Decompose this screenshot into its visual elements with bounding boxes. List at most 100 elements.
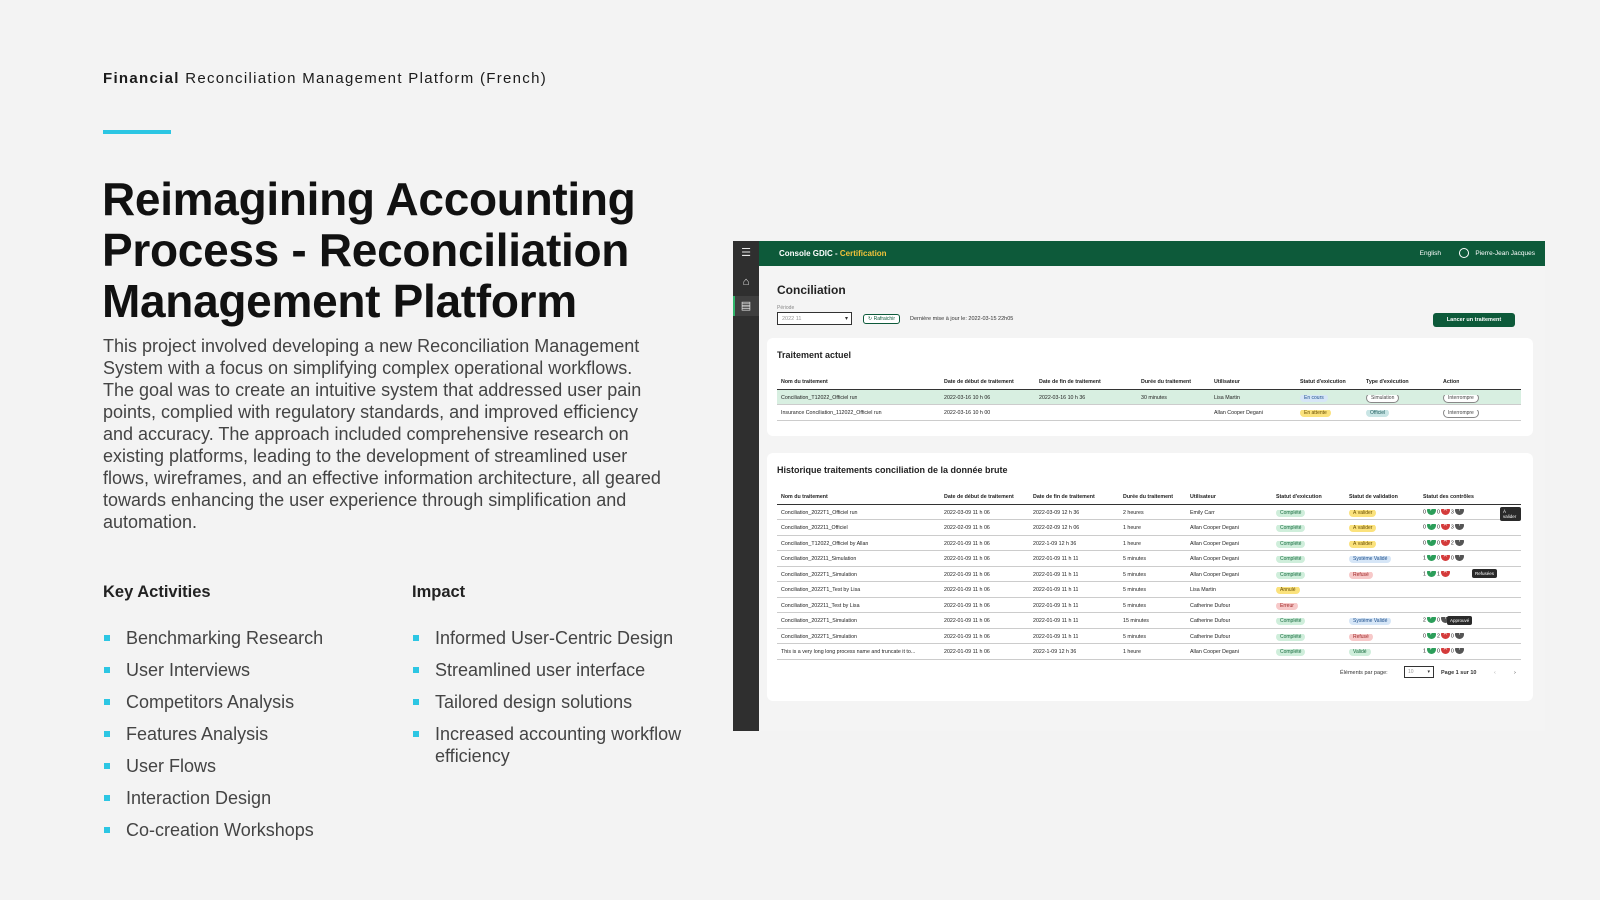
table-cell: À valider: [1349, 525, 1377, 532]
page-indicator: Page 1 sur 10: [1441, 670, 1477, 676]
language-selector[interactable]: English: [1420, 250, 1441, 257]
table-row[interactable]: Conciliation_2022T1_Test by Lisa 2022-01-…: [777, 582, 1521, 598]
table-row[interactable]: This is a very long long process name an…: [777, 644, 1521, 660]
status-badge: Complété: [1276, 540, 1306, 548]
control-count: 2: [1450, 539, 1454, 546]
column-header[interactable]: Action: [1443, 379, 1459, 385]
question-icon[interactable]: ?: [1454, 632, 1464, 639]
table-cell[interactable]: Interrompre: [1443, 394, 1479, 403]
cross-icon[interactable]: ✕: [1440, 570, 1450, 577]
table-cell: Conciliation_202211_Officiel: [781, 525, 848, 531]
cross-icon[interactable]: ✕: [1440, 632, 1450, 639]
status-badge: En cours: [1300, 394, 1328, 402]
cross-icon[interactable]: ✕: [1440, 524, 1450, 530]
bullet-square-icon: [104, 667, 110, 673]
table-row[interactable]: Conciliation_2022T1_Simulation 2022-01-09…: [777, 629, 1521, 644]
list-item-label: Competitors Analysis: [126, 692, 295, 712]
cross-icon[interactable]: ✕: [1440, 555, 1450, 561]
menu-icon[interactable]: ☰: [740, 247, 752, 259]
table-row[interactable]: Conciliation_T12022_Officiel by Allan 202…: [777, 536, 1521, 551]
check-icon[interactable]: ✓: [1426, 555, 1436, 561]
table-row[interactable]: Conciliation_202211_Officiel 2022-02-09 1…: [777, 520, 1521, 536]
cross-icon[interactable]: ✕: [1440, 539, 1450, 546]
table-cell: 5 minutes: [1123, 571, 1146, 578]
table-cell: Allan Cooper Degani: [1190, 571, 1239, 578]
list-item: Co-creation Workshops: [103, 819, 363, 841]
control-count: 0: [1436, 555, 1440, 562]
check-icon[interactable]: ✓: [1426, 617, 1436, 623]
question-icon[interactable]: ?: [1454, 508, 1464, 515]
check-icon[interactable]: ✓: [1426, 632, 1436, 639]
column-header: Durée du traitement: [1141, 379, 1192, 385]
column-header[interactable]: Date de fin de traitement: [1039, 379, 1101, 385]
question-icon[interactable]: ?: [1454, 539, 1464, 546]
controls-status: 0 ✓ 0 ✕ 3?: [1423, 508, 1465, 515]
column-header[interactable]: Nom du traitement: [781, 379, 828, 385]
list-item-label: Increased accounting workflow efficiency: [435, 724, 682, 766]
list-item-label: Tailored design solutions: [435, 692, 633, 712]
periode-label: Période: [777, 305, 795, 311]
column-header[interactable]: Date de début de traitement: [944, 379, 1014, 385]
table-cell: En attente: [1300, 410, 1331, 417]
control-count: 0: [1436, 508, 1440, 515]
cross-icon[interactable]: ✕: [1440, 508, 1450, 515]
table-cell[interactable]: Interrompre: [1443, 410, 1479, 418]
launch-button[interactable]: Lancer un traitement: [1433, 313, 1515, 327]
project-description: This project involved developing a new R…: [103, 336, 661, 532]
table-cell: Conciliation_202211_Test by Lisa: [781, 602, 860, 609]
column-header[interactable]: Utilisateur: [1190, 494, 1216, 500]
next-page-icon[interactable]: ›: [1514, 670, 1516, 676]
interrupt-button[interactable]: Interrompre: [1443, 410, 1479, 418]
home-icon[interactable]: ⌂: [740, 276, 752, 288]
items-per-page-select[interactable]: 10 ▾: [1404, 666, 1434, 678]
question-icon[interactable]: ?: [1454, 524, 1464, 530]
column-header[interactable]: Utilisateur: [1214, 379, 1240, 385]
control-count: 3: [1450, 524, 1454, 531]
table-row[interactable]: Conciliation_202211_Test by Lisa 2022-01-…: [777, 598, 1521, 613]
refresh-button[interactable]: ↻ Rafraichir: [863, 314, 900, 324]
table-cell: 2022-03-09 11 h 06: [944, 509, 990, 516]
document-icon[interactable]: ▤: [740, 300, 752, 312]
control-count: 0: [1423, 539, 1426, 546]
column-header[interactable]: Statut d'exécution: [1300, 379, 1346, 385]
table-row[interactable]: Insurance Conciliation_112022_Officiel r…: [777, 405, 1521, 421]
table-row[interactable]: Conciliation_202211_Simulation 2022-01-09…: [777, 551, 1521, 567]
table-cell: Allan Cooper Degani: [1214, 410, 1263, 416]
table-row[interactable]: Conciliation_2022T1_Simulation 2022-01-09…: [777, 613, 1521, 629]
app-screenshot: ☰ ⌂ ▤ Console GDIC - Certification Engli…: [733, 241, 1545, 731]
table-row[interactable]: Conciliation_T12022_Officiel run 2022-03-…: [777, 389, 1521, 405]
prev-page-icon[interactable]: ‹: [1494, 670, 1496, 676]
table-cell: À valider: [1349, 509, 1377, 517]
column-header[interactable]: Date de début de traitement: [944, 494, 1014, 500]
table-row[interactable]: Conciliation_2022T1_Simulation 2022-01-09…: [777, 567, 1521, 582]
column-header[interactable]: Type d'exécution: [1366, 379, 1409, 385]
check-icon[interactable]: ✓: [1426, 648, 1436, 654]
controls-status: 0 ✓ 2 ✕ 0?: [1423, 632, 1465, 639]
column-header[interactable]: Date de fin de traitement: [1033, 494, 1095, 500]
table-cell: 5 minutes: [1123, 602, 1146, 609]
question-icon[interactable]: ?: [1454, 555, 1464, 561]
user-name[interactable]: Pierre-Jean Jacques: [1475, 250, 1535, 257]
interrupt-button[interactable]: Interrompre: [1443, 394, 1479, 403]
table-cell: 5 minutes: [1123, 587, 1146, 593]
check-icon[interactable]: ✓: [1426, 524, 1436, 530]
bullet-square-icon: [104, 827, 110, 833]
table-row[interactable]: Conciliation_2022T1_Officiel run 2022-03-…: [777, 505, 1521, 520]
table-cell: Conciliation_2022T1_Simulation: [781, 571, 857, 578]
history-card: Historique traitements conciliation de l…: [767, 453, 1533, 701]
current-processing-card: Traitement actuel Nom du traitement Date …: [767, 338, 1533, 436]
periode-select[interactable]: 2022 11 ▾: [777, 312, 852, 325]
table-cell: 2022-03-16 10 h 06: [944, 394, 991, 401]
column-header[interactable]: Nom du traitement: [781, 494, 828, 500]
question-icon[interactable]: ?: [1454, 648, 1464, 654]
check-icon[interactable]: ✓: [1426, 508, 1436, 515]
check-icon[interactable]: ✓: [1426, 570, 1436, 577]
cross-icon[interactable]: ✕: [1440, 648, 1450, 654]
check-icon[interactable]: ✓: [1426, 539, 1436, 546]
column-header[interactable]: Statut d'exécution: [1276, 494, 1322, 500]
table-cell: Annulé: [1276, 587, 1300, 594]
table-cell: 1 heure: [1123, 540, 1141, 547]
column-header[interactable]: Statut de validation: [1349, 494, 1398, 500]
table-cell: 2022-01-09 11 h 06: [944, 633, 990, 640]
table-cell: Lisa Martin: [1190, 587, 1216, 593]
